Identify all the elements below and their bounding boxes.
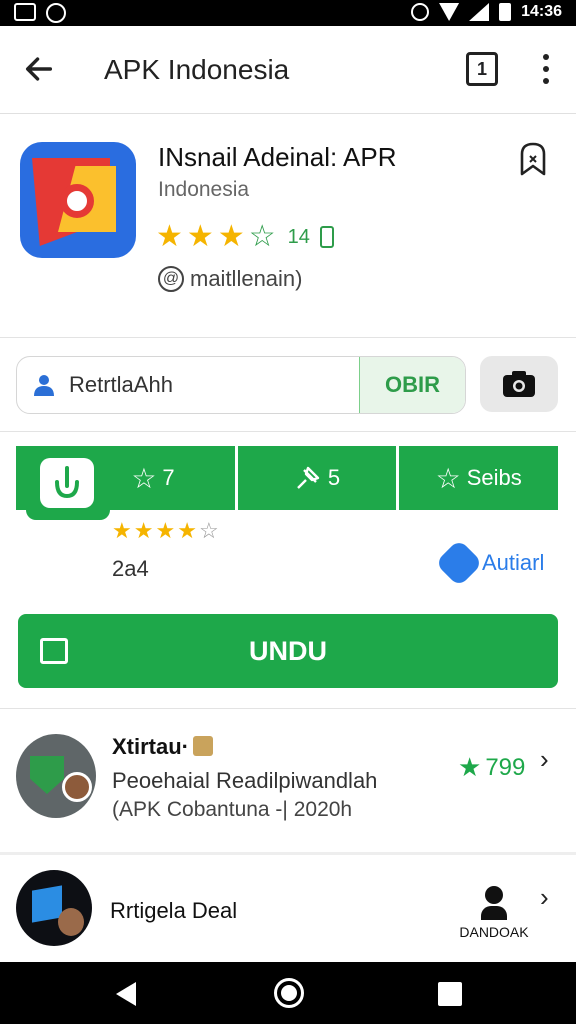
avatar: [16, 734, 96, 818]
phone-icon: [319, 226, 334, 248]
search-row: RetrtlaAhh OBIR: [0, 338, 576, 432]
app-bar: APK Indonesia 1: [0, 26, 576, 114]
nav-recents-icon[interactable]: [438, 982, 462, 1006]
developer-row[interactable]: @ maitllenain): [158, 266, 303, 292]
gallery-icon: [14, 3, 36, 21]
list-item-title-text: Xtirtau·: [112, 734, 189, 759]
stat-series[interactable]: ☆ Seibs: [396, 446, 558, 510]
autian-label: Autiarl: [482, 550, 545, 575]
autian-link[interactable]: Autiarl: [434, 538, 545, 588]
chevron-right-icon[interactable]: ›: [540, 744, 549, 775]
mini-rating-stars: ★ ★ ★ ★ ☆: [112, 518, 219, 544]
rating-stars: ★ ★ ★ ☆ 14: [156, 222, 334, 252]
stat-value: Seibs: [466, 465, 522, 490]
avatar: [16, 870, 92, 946]
bookmark-icon[interactable]: [514, 140, 552, 180]
star-outline-icon: ☆: [198, 518, 219, 543]
star-icon: ★: [458, 752, 482, 782]
app-logo: [20, 142, 136, 258]
search-submit-button[interactable]: OBIR: [359, 357, 465, 413]
list-item[interactable]: Xtirtau· Peoehaial Readilpiwandlah (APK …: [0, 710, 576, 850]
app-name: INsnail Adeinal: APR: [158, 142, 397, 172]
camera-button[interactable]: [480, 356, 558, 412]
developer-name: maitllenain): [190, 266, 303, 291]
divider: [0, 852, 576, 855]
list-item-title: Xtirtau·: [112, 734, 213, 760]
nav-back-icon[interactable]: [116, 982, 136, 1006]
app-header: INsnail Adeinal: APR Indonesia ★ ★ ★ ☆ 1…: [0, 114, 576, 338]
stat-value: 7: [162, 465, 175, 490]
badge-icon: [193, 736, 213, 756]
star-icon: ★: [217, 220, 245, 253]
list-item-rating-value: 799: [485, 753, 526, 781]
star-outline-icon: ☆: [435, 462, 461, 494]
battery-icon: [499, 3, 512, 21]
star-icon: ★: [155, 518, 176, 543]
pin-icon: [297, 466, 320, 489]
shield-icon: [30, 756, 64, 794]
stats-count: 2a4: [112, 556, 149, 581]
download-badge[interactable]: [26, 446, 110, 520]
status-time: 14:36: [521, 3, 562, 20]
status-bar: 14:36: [0, 0, 576, 26]
camera-icon: [503, 371, 535, 397]
notification-icon: [46, 3, 66, 23]
list-item[interactable]: Rrtigela Deal DANDOAK ›: [0, 856, 576, 962]
star-icon: ★: [177, 518, 197, 543]
download-button-label: UNDU: [249, 636, 327, 666]
stats-card: ☆ 7 5 ☆ Seibs ★ ★ ★ ★ ☆ 2a4 Autiarl: [16, 446, 558, 606]
verified-icon: [434, 538, 484, 588]
divider: [0, 708, 576, 709]
stat-value: 5: [327, 465, 341, 490]
list-item-title: Rrtigela Deal: [110, 898, 238, 923]
person-icon: [34, 375, 54, 396]
back-arrow-icon[interactable]: [22, 52, 56, 86]
rating-text: 14: [287, 225, 310, 248]
nav-home-icon[interactable]: [274, 978, 304, 1008]
alarm-icon: [411, 3, 430, 21]
navigation-bar: [0, 962, 576, 1024]
download-action-label: DANDOAK: [459, 924, 529, 940]
tabs-button[interactable]: 1: [466, 52, 498, 86]
download-button[interactable]: UNDU: [18, 614, 558, 688]
star-icon: ★: [186, 220, 214, 253]
list-item-line2: (APK Cobantuna -| 2020h: [112, 798, 353, 821]
star-icon: ★: [156, 220, 183, 253]
app-subtitle: Indonesia: [158, 178, 250, 201]
stat-pins[interactable]: 5: [234, 446, 397, 510]
star-icon: ★: [133, 518, 154, 543]
chevron-right-icon[interactable]: ›: [540, 882, 549, 913]
star-outline-icon: ☆: [248, 220, 276, 253]
app-tile-icon: [32, 885, 62, 923]
search-box[interactable]: RetrtlaAhh OBIR: [16, 356, 466, 414]
search-input[interactable]: RetrtlaAhh: [69, 372, 173, 398]
face-icon: [62, 772, 92, 802]
list-item-rating: ★ 799: [458, 752, 525, 783]
signal-icon: [469, 3, 490, 21]
person-icon: [481, 886, 507, 920]
more-menu-icon[interactable]: [536, 52, 556, 86]
wifi-icon: [439, 3, 460, 21]
page-title: APK Indonesia: [104, 54, 290, 85]
list-item-line1: Peoehaial Readilpiwandlah: [112, 768, 378, 793]
face-icon: [58, 908, 84, 936]
download-arrow-icon: [55, 466, 79, 499]
download-action[interactable]: DANDOAK: [454, 886, 534, 940]
star-icon: ★: [112, 518, 132, 543]
star-outline-icon: ☆: [131, 462, 157, 494]
at-icon: @: [158, 266, 184, 292]
